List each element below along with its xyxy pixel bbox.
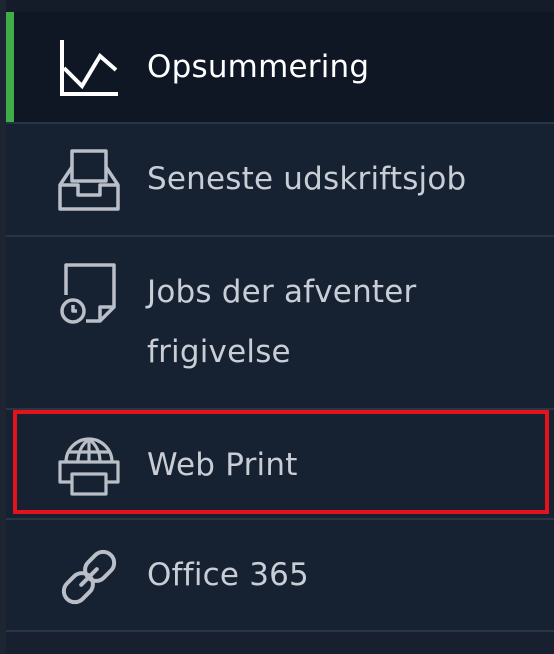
sidebar-item-label-line1: Jobs der afventer xyxy=(147,274,417,310)
sidebar-item-label: Seneste udskriftsjob xyxy=(147,161,467,197)
sidebar-item-label: Opsummering xyxy=(147,49,370,85)
sidebar-item-office-365[interactable]: Office 365 xyxy=(6,520,554,632)
chart-line-icon xyxy=(56,34,122,100)
sidebar-item-seneste-udskriftsjob[interactable]: Seneste udskriftsjob xyxy=(6,124,554,237)
sidebar-item-jobs-der-afventer-frigivelse[interactable]: Jobs der afventer frigivelse xyxy=(6,237,554,410)
sidebar-top-edge xyxy=(0,0,554,12)
sidebar-item-label: Office 365 xyxy=(147,557,309,593)
globe-printer-icon xyxy=(56,432,122,498)
active-indicator xyxy=(6,12,14,122)
sidebar-item-label: Web Print xyxy=(147,447,298,483)
sidebar-nav: Opsummering Seneste udskriftsjob Jobs de… xyxy=(0,0,554,654)
link-icon xyxy=(56,544,122,610)
document-clock-icon xyxy=(56,261,122,327)
sidebar-item-web-print[interactable]: Web Print xyxy=(6,410,554,520)
sidebar-item-opsummering[interactable]: Opsummering xyxy=(6,12,554,124)
inbox-tray-icon xyxy=(56,147,122,213)
sidebar-item-label-line2: frigivelse xyxy=(147,334,291,370)
